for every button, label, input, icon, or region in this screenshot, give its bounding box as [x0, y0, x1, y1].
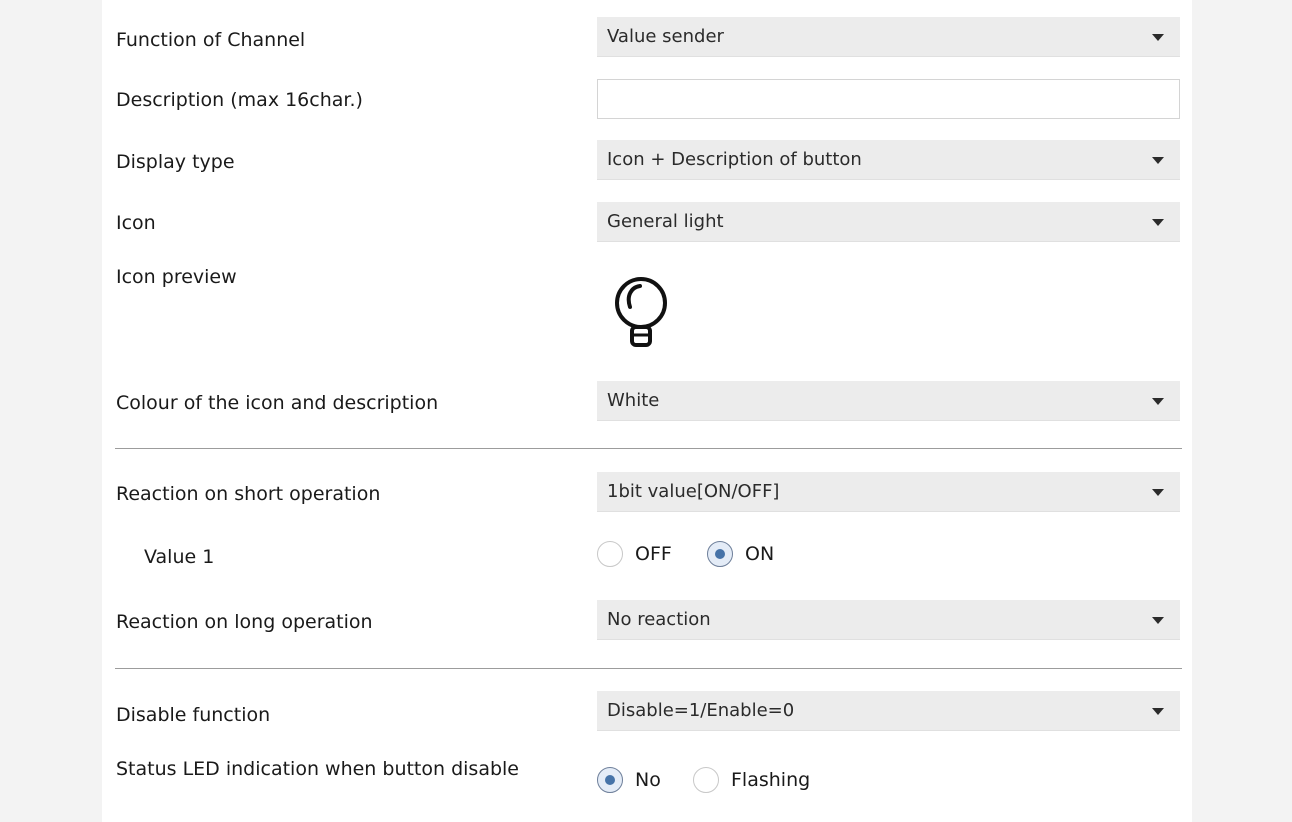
display-type-dropdown[interactable]: Icon + Description of button	[597, 140, 1180, 180]
chevron-down-icon	[1152, 34, 1164, 41]
colour-label: Colour of the icon and description	[116, 392, 439, 414]
light-bulb-icon	[615, 277, 667, 347]
disable-function-dropdown[interactable]: Disable=1/Enable=0	[597, 691, 1180, 731]
chevron-down-icon	[1152, 219, 1164, 226]
chevron-down-icon	[1152, 489, 1164, 496]
radio-on-label: ON	[745, 543, 775, 565]
section-divider	[115, 448, 1182, 449]
radio-flashing-label: Flashing	[731, 769, 811, 791]
section-divider	[115, 668, 1182, 669]
radio-no[interactable]: No	[597, 767, 661, 793]
radio-no-label: No	[635, 769, 661, 791]
radio-circle[interactable]	[597, 541, 623, 567]
display-type-value: Icon + Description of button	[607, 149, 862, 170]
chevron-down-icon	[1152, 398, 1164, 405]
radio-flashing[interactable]: Flashing	[693, 767, 810, 793]
status-led-label: Status LED indication when button disabl…	[116, 758, 519, 780]
description-input[interactable]	[597, 79, 1180, 119]
chevron-down-icon	[1152, 708, 1164, 715]
disable-function-label: Disable function	[116, 704, 271, 726]
icon-value: General light	[607, 211, 724, 232]
function-of-channel-dropdown[interactable]: Value sender	[597, 17, 1180, 57]
colour-value: White	[607, 390, 660, 411]
radio-off-label: OFF	[635, 543, 672, 565]
radio-circle[interactable]	[693, 767, 719, 793]
long-operation-value: No reaction	[607, 609, 711, 630]
function-of-channel-value: Value sender	[607, 26, 724, 47]
disable-function-value: Disable=1/Enable=0	[607, 700, 795, 721]
description-label: Description (max 16char.)	[116, 89, 363, 111]
function-of-channel-label: Function of Channel	[116, 29, 306, 51]
icon-label: Icon	[116, 212, 156, 234]
display-type-label: Display type	[116, 151, 235, 173]
long-operation-dropdown[interactable]: No reaction	[597, 600, 1180, 640]
radio-off[interactable]: OFF	[597, 541, 672, 567]
colour-dropdown[interactable]: White	[597, 381, 1180, 421]
chevron-down-icon	[1152, 157, 1164, 164]
radio-circle[interactable]	[597, 767, 623, 793]
short-operation-label: Reaction on short operation	[116, 483, 381, 505]
radio-circle[interactable]	[707, 541, 733, 567]
icon-dropdown[interactable]: General light	[597, 202, 1180, 242]
short-operation-value: 1bit value[ON/OFF]	[607, 481, 780, 502]
value1-label: Value 1	[144, 546, 215, 568]
icon-preview-label: Icon preview	[116, 266, 237, 288]
radio-on[interactable]: ON	[707, 541, 774, 567]
long-operation-label: Reaction on long operation	[116, 611, 373, 633]
short-operation-dropdown[interactable]: 1bit value[ON/OFF]	[597, 472, 1180, 512]
chevron-down-icon	[1152, 617, 1164, 624]
